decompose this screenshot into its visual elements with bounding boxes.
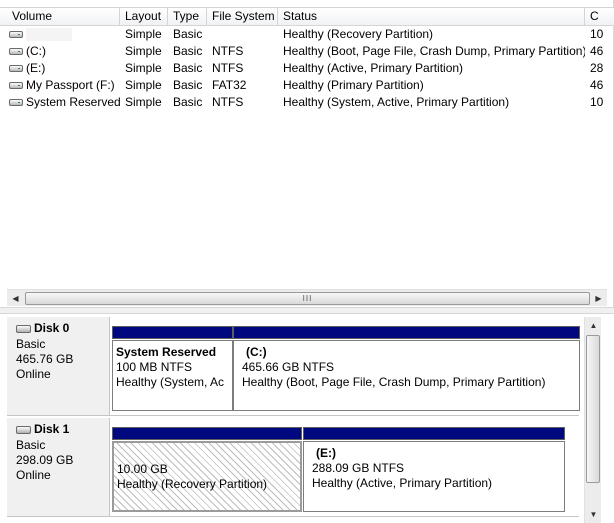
volume-file-system: NTFS (212, 95, 244, 109)
partition-status: Healthy (Recovery Partition) (117, 477, 268, 491)
volume-row[interactable]: My Passport (F:) Simple Basic FAT32 Heal… (0, 77, 614, 94)
volume-row[interactable]: System Reserved Simple Basic NTFS Health… (0, 94, 614, 111)
disk-type: Basic (16, 438, 46, 452)
column-header-status[interactable]: Status (278, 8, 585, 25)
partition-title: (E:) (316, 446, 336, 460)
volume-name: (C:) (26, 44, 46, 58)
partition-box[interactable]: (C:) 465.66 GB NTFS Healthy (Boot, Page … (233, 340, 580, 411)
disk-name-text: Disk 0 (34, 321, 70, 335)
volume-name: (E:) (26, 61, 46, 75)
volume-layout: Simple (125, 44, 162, 58)
column-header-capacity[interactable]: C (585, 8, 614, 25)
partition-status: Healthy (System, Ac (116, 375, 225, 389)
volume-file-system: FAT32 (212, 78, 247, 92)
scroll-up-arrow-icon[interactable]: ▲ (585, 317, 602, 334)
disk-drive-icon (16, 426, 31, 434)
partition-size: 288.09 GB NTFS (312, 461, 405, 475)
volume-type: Basic (173, 78, 203, 92)
disk-pane-vertical-scrollbar[interactable]: ▲ ▼ (584, 317, 601, 523)
disk-row-1[interactable]: Disk 1 Basic 298.09 GB Online 10.00 GB H… (7, 418, 579, 517)
disk-type: Basic (16, 337, 46, 351)
partition-e[interactable]: (E:) 288.09 GB NTFS Healthy (Active, Pri… (303, 427, 565, 513)
volume-name: My Passport (F:) (26, 78, 115, 92)
partition-bar (112, 326, 233, 339)
scroll-left-arrow-icon[interactable]: ◀ (7, 290, 24, 307)
volume-type: Basic (173, 44, 203, 58)
column-header-type[interactable]: Type (168, 8, 207, 25)
partition-size: 465.66 GB NTFS (242, 360, 335, 374)
volume-list-header: Volume Layout Type File System Status C (0, 7, 614, 26)
partition-size: 10.00 GB (117, 462, 168, 476)
volume-status: Healthy (System, Active, Primary Partiti… (283, 95, 510, 109)
partition-system-reserved[interactable]: System Reserved 100 MB NTFS Healthy (Sys… (112, 326, 233, 412)
partition-title: (C:) (246, 345, 267, 359)
volume-layout: Simple (125, 61, 162, 75)
partition-recovery[interactable]: 10.00 GB Healthy (Recovery Partition) (112, 427, 302, 513)
volume-type: Basic (173, 27, 203, 41)
volume-list-rows: Simple Basic Healthy (Recovery Partition… (0, 26, 614, 288)
partition-box[interactable]: System Reserved 100 MB NTFS Healthy (Sys… (112, 340, 233, 411)
disk-name-text: Disk 1 (34, 422, 70, 436)
disk-row-0[interactable]: Disk 0 Basic 465.76 GB Online System Res… (7, 317, 580, 416)
partition-bar (303, 427, 565, 440)
disk-name: Disk 1 (16, 422, 109, 438)
volume-status: Healthy (Recovery Partition) (283, 27, 434, 41)
partition-status: Healthy (Active, Primary Partition) (312, 476, 493, 490)
volume-file-system: NTFS (212, 61, 244, 75)
disk-label-1[interactable]: Disk 1 Basic 298.09 GB Online (7, 418, 110, 516)
column-header-volume[interactable]: Volume (7, 8, 120, 25)
disk-graphical-pane: Disk 0 Basic 465.76 GB Online System Res… (0, 314, 614, 523)
partition-size: 100 MB NTFS (116, 360, 193, 374)
volume-list-horizontal-scrollbar[interactable]: ◀ III ▶ (7, 289, 607, 306)
volume-row[interactable]: (E:) Simple Basic NTFS Healthy (Active, … (0, 60, 614, 77)
volume-name: System Reserved (26, 95, 120, 109)
volume-layout: Simple (125, 27, 162, 41)
scroll-down-arrow-icon[interactable]: ▼ (585, 506, 602, 523)
column-header-file-system[interactable]: File System (207, 8, 278, 25)
volume-status: Healthy (Primary Partition) (283, 78, 424, 92)
partition-title: System Reserved (116, 345, 217, 359)
volume-type: Basic (173, 61, 203, 75)
horizontal-scroll-thumb[interactable]: III (25, 292, 590, 305)
volume-type: Basic (173, 95, 203, 109)
volume-capacity: 10 (590, 95, 604, 109)
volume-layout: Simple (125, 95, 162, 109)
disk-status: Online (16, 367, 51, 381)
disk-name: Disk 0 (16, 321, 109, 337)
volume-row[interactable]: Simple Basic Healthy (Recovery Partition… (0, 26, 614, 43)
partition-bar (233, 326, 580, 339)
disk-drive-icon (16, 325, 31, 333)
pane-splitter[interactable] (0, 307, 614, 314)
partition-box[interactable]: (E:) 288.09 GB NTFS Healthy (Active, Pri… (303, 441, 565, 512)
disk-size: 465.76 GB (16, 352, 74, 366)
volume-capacity: 46 (590, 78, 604, 92)
volume-capacity: 28 (590, 61, 604, 75)
volume-file-system (207, 26, 278, 43)
scroll-right-arrow-icon[interactable]: ▶ (590, 290, 607, 307)
volume-name (0, 26, 120, 43)
volume-file-system: NTFS (212, 44, 244, 58)
column-header-layout[interactable]: Layout (120, 8, 168, 25)
partition-c[interactable]: (C:) 465.66 GB NTFS Healthy (Boot, Page … (233, 326, 580, 412)
volume-status: Healthy (Active, Primary Partition) (283, 61, 464, 75)
partition-box-selected[interactable]: 10.00 GB Healthy (Recovery Partition) (112, 441, 302, 512)
partition-status: Healthy (Boot, Page File, Crash Dump, Pr… (242, 375, 546, 389)
volume-capacity: 46 (590, 44, 604, 58)
volume-row[interactable]: (C:) Simple Basic NTFS Healthy (Boot, Pa… (0, 43, 614, 60)
volume-list-pane: Volume Layout Type File System Status C … (0, 0, 614, 307)
partition-bar (112, 427, 302, 440)
disk-size: 298.09 GB (16, 453, 74, 467)
vertical-scroll-thumb[interactable] (586, 335, 600, 483)
volume-layout: Simple (125, 78, 162, 92)
volume-capacity: 10 (590, 27, 604, 41)
volume-status: Healthy (Boot, Page File, Crash Dump, Pr… (283, 44, 585, 58)
disk-status: Online (16, 468, 51, 482)
disk-label-0[interactable]: Disk 0 Basic 465.76 GB Online (7, 317, 110, 415)
partition-title (117, 447, 300, 462)
